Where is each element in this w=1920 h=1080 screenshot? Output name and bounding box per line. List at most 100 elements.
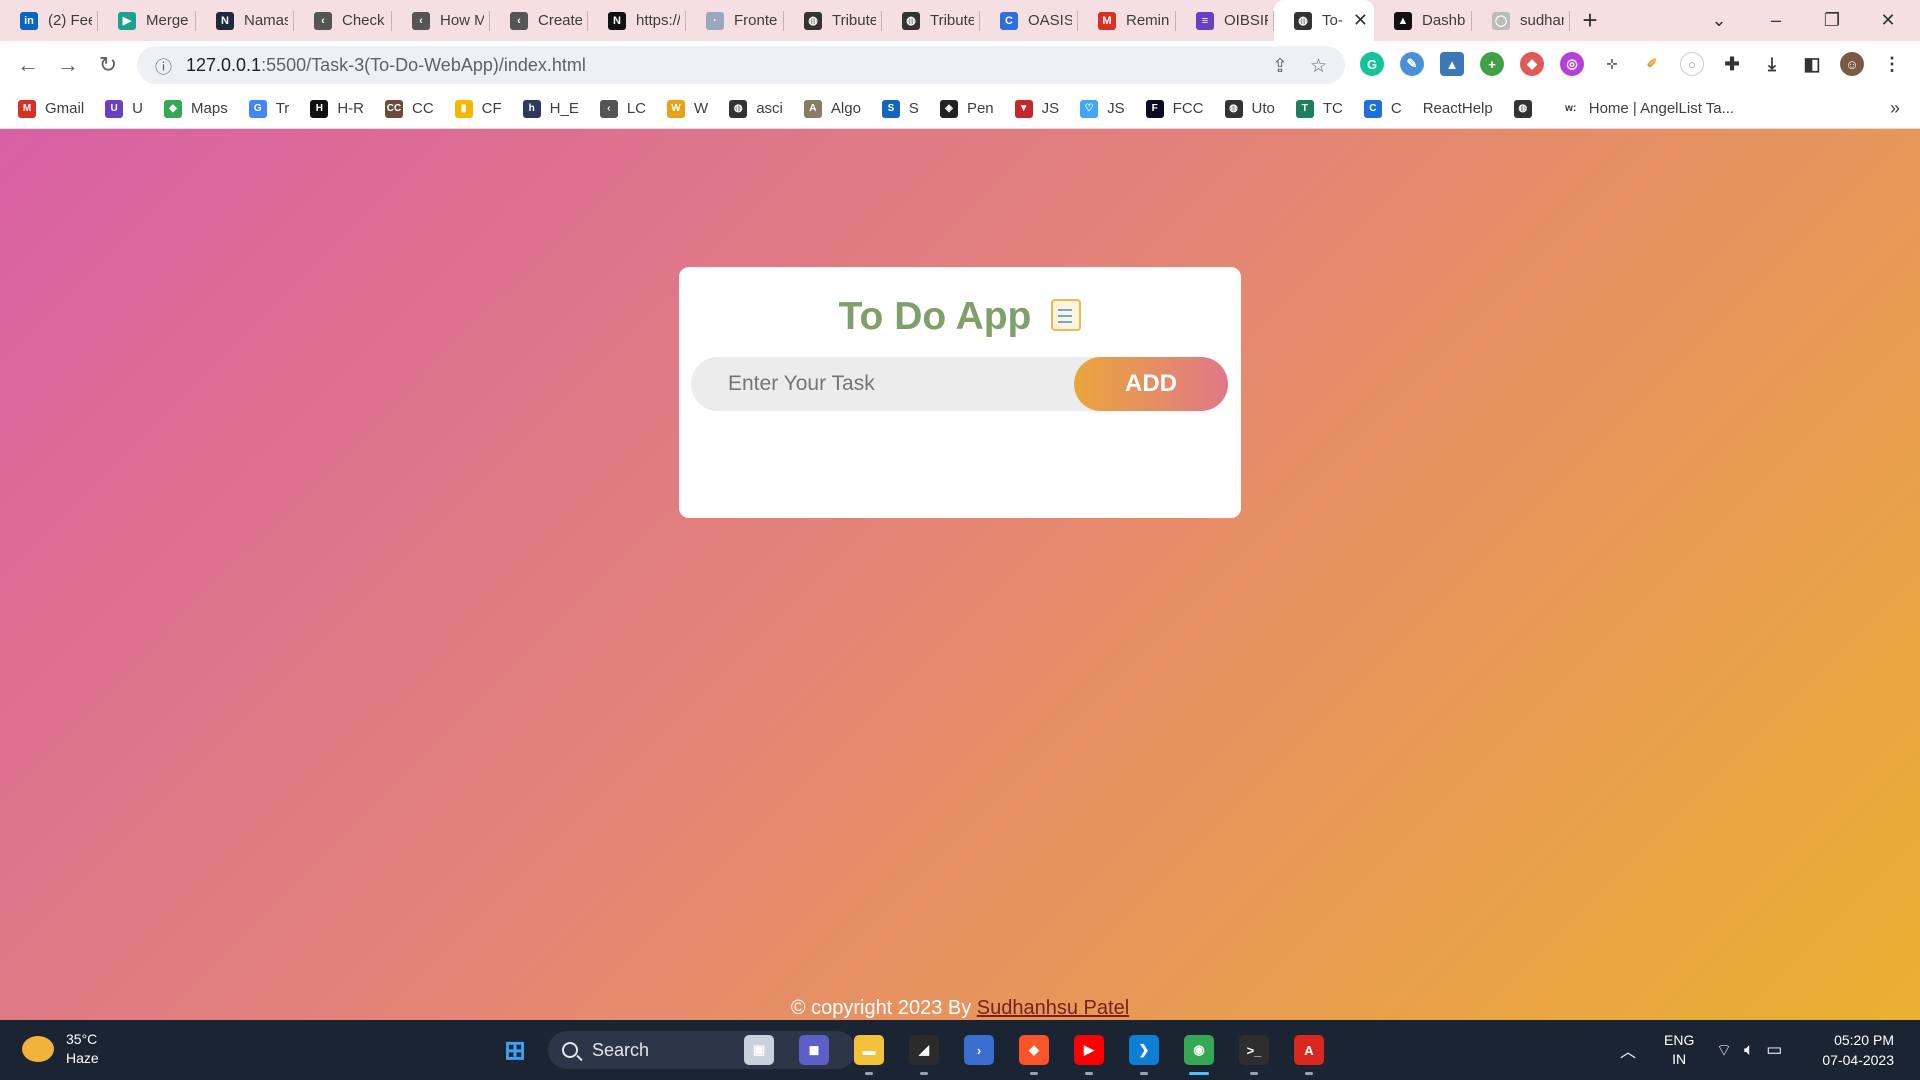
browser-tab[interactable]: N Namaste	[196, 0, 294, 41]
file-explorer-icon[interactable]: ▬	[854, 1035, 884, 1065]
tab-title: Merge	[146, 12, 189, 29]
browser-tab[interactable]: Nhttps://	[588, 0, 686, 41]
language-indicator[interactable]: ENG IN	[1664, 1020, 1694, 1080]
browser-tab[interactable]: ‹ Create	[490, 0, 588, 41]
acrobat-icon[interactable]: A	[1294, 1035, 1324, 1065]
bookmark-item[interactable]: ◍ asci	[729, 99, 783, 118]
extension-icon[interactable]: ▲	[1440, 52, 1464, 76]
bookmark-item[interactable]: ◍ Uto	[1224, 99, 1275, 118]
youtube-icon[interactable]: ▶	[1074, 1035, 1104, 1065]
bookmark-item[interactable]: A Algo	[803, 99, 861, 118]
browser-tab[interactable]: · Frontend	[686, 0, 784, 41]
extension-icon[interactable]: ◆	[1520, 52, 1544, 76]
task-input[interactable]	[691, 357, 1091, 411]
side-panel-icon[interactable]: ◧	[1800, 52, 1824, 76]
bookmark-item[interactable]: F FCC	[1145, 99, 1204, 118]
browser-tab[interactable]: ◯ sudhanshu	[1472, 0, 1570, 41]
menu-kebab-icon[interactable]: ⋮	[1880, 52, 1904, 76]
share-icon[interactable]: ⇪	[1272, 55, 1288, 78]
browser-tab[interactable]: in (2) Feed	[0, 0, 98, 41]
new-tab-button[interactable]: +	[1570, 0, 1610, 41]
author-link[interactable]: Sudhanhsu Patel	[977, 997, 1129, 1019]
bookmark-favicon-icon: T	[1295, 99, 1314, 118]
browser-tab[interactable]: ◍ To- ✕	[1274, 0, 1374, 41]
app-title: To Do App	[679, 295, 1241, 339]
bookmark-item[interactable]: ♡ JS	[1080, 99, 1125, 118]
bookmark-label: C	[1390, 100, 1402, 117]
add-extension-icon[interactable]: +	[1480, 52, 1504, 76]
download-icon[interactable]: ⤓	[1760, 52, 1784, 76]
terminal-icon[interactable]: >_	[1239, 1035, 1269, 1065]
browser-tab[interactable]: ◍ Tribute	[784, 0, 882, 41]
bookmark-item[interactable]: G Tr	[248, 99, 289, 118]
clock-time: 05:20 PM	[1834, 1032, 1894, 1048]
bookmark-item[interactable]: CC CC	[384, 99, 434, 118]
teams-icon[interactable]: ◼	[799, 1035, 829, 1065]
system-tray[interactable]: ⌔ 🔈︎ ▭	[1716, 1020, 1782, 1080]
brave-icon[interactable]: ◆	[1019, 1035, 1049, 1065]
back-arrow-icon[interactable]: ←	[8, 45, 48, 85]
task-view-icon[interactable]: ▣	[744, 1035, 774, 1065]
bookmark-item[interactable]: ‹ LC	[599, 99, 646, 118]
close-window-button[interactable]: ✕	[1860, 0, 1916, 41]
close-tab-icon[interactable]: ✕	[1353, 10, 1368, 31]
bookmark-label: S	[908, 100, 919, 117]
tray-chevron-icon[interactable]: ︿	[1620, 1020, 1636, 1080]
tab-title: Reminder	[1126, 12, 1170, 29]
leetcode-icon: ‹	[314, 11, 332, 30]
add-task-button[interactable]: ADD	[1074, 357, 1228, 411]
restore-button[interactable]: ❐	[1804, 0, 1860, 41]
address-bar[interactable]: ⓘ 127.0.0.1:5500/Task-3(To-Do-WebApp)/in…	[137, 46, 1345, 84]
color-picker-icon[interactable]: ✐	[1640, 52, 1664, 76]
site-info-icon[interactable]: ⓘ	[155, 53, 172, 78]
forward-arrow-icon[interactable]: →	[48, 45, 88, 85]
bookmark-star-icon[interactable]: ☆	[1310, 55, 1327, 78]
bookmark-item[interactable]: ◆ Maps	[164, 99, 228, 118]
url-text[interactable]: 127.0.0.1:5500/Task-3(To-Do-WebApp)/inde…	[186, 55, 586, 76]
clock[interactable]: 05:20 PM 07-04-2023	[1822, 1030, 1894, 1070]
bookmark-item[interactable]: w: Home | AngelList Ta...	[1562, 100, 1734, 118]
bookmark-item[interactable]: h H_E	[522, 99, 579, 118]
more-bookmarks-icon[interactable]: »	[1890, 98, 1900, 119]
bookmark-item[interactable]: SS	[881, 99, 919, 118]
bookmark-item[interactable]: T TC	[1295, 99, 1343, 118]
powershell-icon[interactable]: ›	[964, 1035, 994, 1065]
windows-start-icon[interactable]: ⊞	[500, 1035, 530, 1065]
grammarly-extension-icon[interactable]: G	[1360, 52, 1384, 76]
tab-search-chevron-icon[interactable]: ⌄	[1691, 0, 1747, 41]
bookmark-item[interactable]: M Gmail	[18, 99, 85, 118]
bookmark-item[interactable]: ▼ JS	[1014, 99, 1059, 118]
running-indicator	[865, 1072, 873, 1075]
bookmark-label: Gmail	[45, 100, 85, 117]
bookmark-item[interactable]: ◍	[1513, 99, 1541, 118]
browser-tab[interactable]: ‹ How Many	[392, 0, 490, 41]
browser-tab[interactable]: ◍ Tribute	[882, 0, 980, 41]
bookmark-item[interactable]: H H-R	[310, 99, 364, 118]
browser-tab[interactable]: ▶ Merge	[98, 0, 196, 41]
browser-tab[interactable]: M Reminder	[1078, 0, 1176, 41]
extension-icon[interactable]: ○	[1680, 52, 1704, 76]
bookmark-item[interactable]: UU	[105, 99, 143, 118]
profile-avatar[interactable]: ☺	[1840, 52, 1864, 76]
bookmark-label: FCC	[1172, 100, 1204, 117]
bookmark-label: asci	[756, 100, 783, 117]
browser-tab[interactable]: C OASIS	[980, 0, 1078, 41]
weather-widget[interactable]: 35°C Haze	[22, 1030, 99, 1068]
extension-icon[interactable]: ✎	[1400, 52, 1424, 76]
bookmark-item[interactable]: ReactHelp	[1423, 100, 1493, 117]
bookmark-item[interactable]: ▮ CF	[454, 99, 502, 118]
bookmark-item[interactable]: CC	[1363, 99, 1402, 118]
minimize-button[interactable]: –	[1748, 0, 1804, 41]
browser-tab[interactable]: ≡ OIBSIP	[1176, 0, 1274, 41]
extensions-puzzle-icon[interactable]: ✚	[1720, 52, 1744, 76]
browser-tab[interactable]: ‹ Check if	[294, 0, 392, 41]
reload-icon[interactable]: ↻	[88, 45, 128, 85]
grid-extension-icon[interactable]: ⊹	[1600, 52, 1624, 76]
bookmark-item[interactable]: ◈ Pen	[939, 99, 994, 118]
browser-tab[interactable]: ▲ Dashboard	[1374, 0, 1472, 41]
vscode-icon[interactable]: ❯	[1129, 1035, 1159, 1065]
bookmark-item[interactable]: WW	[667, 99, 708, 118]
extension-icon[interactable]: ◎	[1560, 52, 1584, 76]
chrome-icon[interactable]: ◉	[1184, 1035, 1214, 1065]
game-app-icon[interactable]: ◢	[909, 1035, 939, 1065]
